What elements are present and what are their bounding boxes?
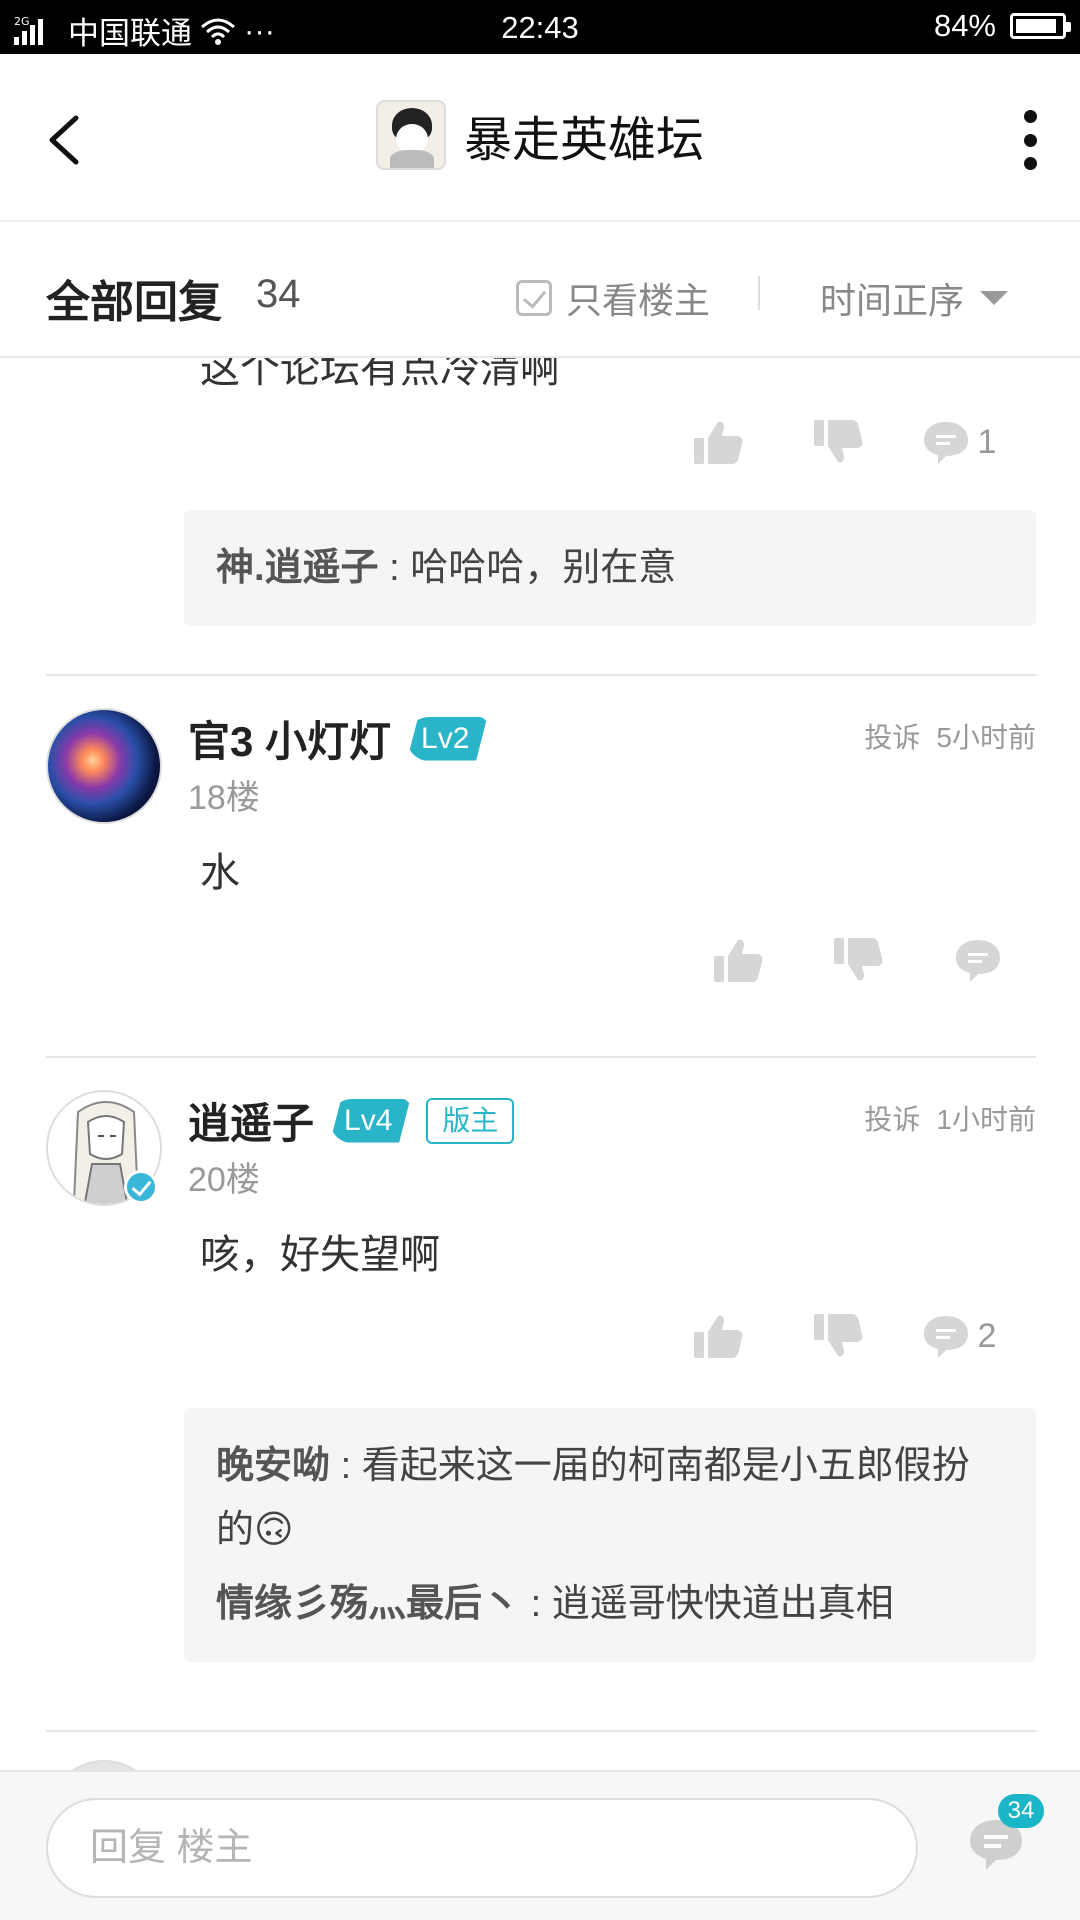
dislike-button[interactable] bbox=[798, 936, 918, 984]
like-button[interactable] bbox=[678, 936, 798, 984]
dropdown-arrow-icon bbox=[980, 291, 1009, 305]
post-actions bbox=[678, 936, 1038, 984]
avatar[interactable] bbox=[46, 708, 162, 824]
sub-reply-author[interactable]: 情缘彡殇灬最后丶 bbox=[216, 1583, 520, 1625]
forum-title[interactable]: 暴走英雄坛 bbox=[0, 100, 1080, 170]
reply-count: 34 bbox=[256, 272, 301, 316]
only-op-label: 只看楼主 bbox=[566, 280, 711, 321]
post-author-row: 逍遥子 Lv4 版主 bbox=[188, 1090, 515, 1151]
floor-number: 18楼 bbox=[188, 779, 260, 817]
dislike-button[interactable] bbox=[778, 418, 898, 466]
divider bbox=[46, 1056, 1036, 1058]
clock: 22:43 bbox=[501, 10, 579, 45]
sub-reply-text: 逍遥哥快快道出真相 bbox=[551, 1583, 894, 1625]
comment-count: 2 bbox=[977, 1316, 997, 1355]
comment-button[interactable] bbox=[918, 936, 1038, 984]
sub-reply[interactable]: 神.逍遥子 : 哈哈哈，别在意 bbox=[216, 536, 1004, 600]
divider bbox=[46, 674, 1036, 676]
comment-bubble-icon bbox=[923, 422, 968, 464]
comment-count: 1 bbox=[977, 422, 997, 461]
status-right: 84% bbox=[933, 8, 1071, 44]
upside-down-face-emoji: 🙃 bbox=[254, 1509, 294, 1551]
floor-number: 20楼 bbox=[188, 1161, 260, 1199]
top-nav-bar: 暴走英雄坛 bbox=[0, 54, 1080, 222]
post-time: 1小时前 bbox=[936, 1104, 1036, 1135]
battery-percent: 84% bbox=[933, 8, 996, 43]
post-author[interactable]: 官3 小灯灯 bbox=[188, 708, 391, 769]
like-button[interactable] bbox=[658, 418, 778, 466]
sub-replies-box[interactable]: 晚安呦 : 看起来这一届的柯南都是小五郎假扮的🙃 情缘彡殇灬最后丶 : 逍遥哥快… bbox=[184, 1408, 1036, 1662]
post-meta: 投诉 1小时前 bbox=[864, 1098, 1036, 1138]
all-replies-title: 全部回复 bbox=[46, 278, 222, 327]
forum-logo bbox=[375, 100, 446, 170]
status-bar: 2G 中国联通 ··· 22:43 84% bbox=[0, 0, 1080, 54]
reply-input[interactable]: 回复 楼主 bbox=[46, 1798, 918, 1898]
sub-reply-separator: : bbox=[378, 547, 411, 589]
thumbs-down-icon bbox=[814, 420, 863, 463]
thumbs-up-icon bbox=[714, 939, 763, 982]
post-body: 水 bbox=[200, 851, 240, 895]
verified-check-icon bbox=[124, 1170, 158, 1204]
forum-name: 暴走英雄坛 bbox=[463, 114, 704, 167]
reply-list[interactable]: 这个论坛有点冷清啊 1 神.逍遥子 : 哈哈哈，别在意 官3 小灯灯 Lv2 投… bbox=[0, 358, 1080, 1770]
thumbs-down-icon bbox=[834, 938, 883, 981]
thumbs-up-icon bbox=[694, 1315, 743, 1358]
post-body-partial: 这个论坛有点冷清啊 bbox=[200, 358, 560, 391]
post-meta: 投诉 5小时前 bbox=[864, 716, 1036, 756]
post-time: 5小时前 bbox=[936, 722, 1036, 753]
level-badge: Lv2 bbox=[407, 716, 488, 761]
comment-button[interactable]: 1 bbox=[898, 418, 1018, 466]
comment-count-badge: 34 bbox=[998, 1794, 1044, 1828]
sort-dropdown[interactable]: 时间正序 bbox=[820, 272, 1009, 324]
post-actions: 2 bbox=[658, 1312, 1018, 1360]
post-body: 咳，好失望啊 bbox=[200, 1233, 440, 1277]
more-vertical-icon[interactable] bbox=[1020, 110, 1040, 170]
moderator-badge: 版主 bbox=[426, 1097, 515, 1144]
reply-filter-bar: 全部回复 34 只看楼主 时间正序 bbox=[0, 224, 1080, 358]
thumbs-up-icon bbox=[694, 421, 743, 464]
divider bbox=[758, 276, 760, 310]
comment-bubble-icon bbox=[923, 1316, 968, 1358]
battery-icon bbox=[1010, 13, 1071, 39]
post-actions: 1 bbox=[658, 418, 1018, 466]
report-link[interactable]: 投诉 bbox=[864, 1098, 920, 1138]
divider bbox=[46, 1730, 1036, 1732]
thumbs-down-icon bbox=[814, 1314, 863, 1357]
sub-reply-separator: : bbox=[520, 1583, 552, 1625]
bottom-reply-bar: 回复 楼主 34 bbox=[0, 1770, 1080, 1920]
like-button[interactable] bbox=[658, 1312, 778, 1360]
report-link[interactable]: 投诉 bbox=[864, 716, 920, 756]
dislike-button[interactable] bbox=[778, 1312, 898, 1360]
sort-label: 时间正序 bbox=[820, 280, 965, 321]
sub-reply[interactable]: 晚安呦 : 看起来这一届的柯南都是小五郎假扮的🙃 bbox=[216, 1434, 1004, 1562]
post-author-row: 官3 小灯灯 Lv2 bbox=[188, 708, 488, 769]
sub-reply-separator: : bbox=[330, 1445, 362, 1487]
sub-reply-text: 哈哈哈，别在意 bbox=[410, 547, 677, 589]
sub-reply-author[interactable]: 晚安呦 bbox=[216, 1445, 330, 1487]
only-op-checkbox-icon[interactable] bbox=[516, 280, 552, 316]
comment-button[interactable]: 2 bbox=[898, 1312, 1018, 1360]
sub-replies-box[interactable]: 神.逍遥子 : 哈哈哈，别在意 bbox=[184, 510, 1036, 626]
avatar[interactable] bbox=[46, 1760, 162, 1770]
sub-reply-author[interactable]: 神.逍遥子 bbox=[216, 547, 379, 589]
post-author[interactable]: 逍遥子 bbox=[188, 1090, 314, 1151]
only-op-toggle[interactable]: 只看楼主 bbox=[516, 272, 710, 324]
comment-bubble-icon bbox=[956, 940, 1000, 982]
sub-reply[interactable]: 情缘彡殇灬最后丶 : 逍遥哥快快道出真相 bbox=[216, 1572, 1004, 1636]
level-badge: Lv4 bbox=[330, 1098, 411, 1143]
